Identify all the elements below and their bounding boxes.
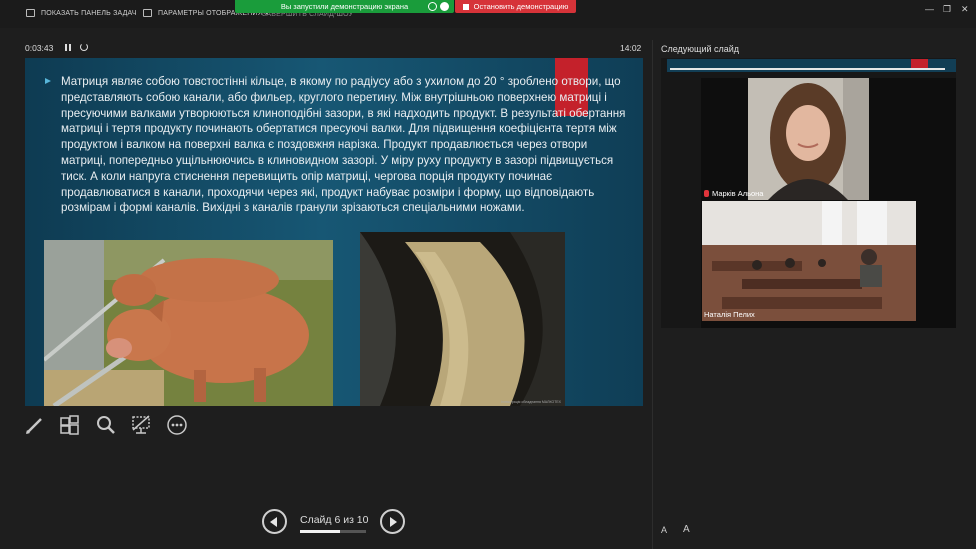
previous-slide-button[interactable] [262,509,287,534]
window-restore-button[interactable]: ❐ [943,4,951,15]
slide-progress-fill [300,530,340,533]
decrease-font-button[interactable]: A [661,525,667,535]
ellipsis-icon [167,415,187,435]
pellet-die-photo: Іллюстрація обладнання МАЛКОТЕХ [360,232,565,406]
share-shield-icon[interactable] [440,2,449,11]
more-options-button[interactable] [166,414,188,436]
mic-muted-icon [704,190,709,197]
magnifier-icon [97,416,115,434]
photo-caption: Іллюстрація обладнання МАЛКОТЕХ [500,400,561,404]
elapsed-timer: 0:03:43 [25,43,54,53]
next-slide-label: Следующий слайд [661,44,740,54]
monitor-icon [143,9,152,17]
stop-square-icon [462,3,469,10]
next-slide-preview-line [670,68,945,70]
bullet-arrow-icon [45,78,51,84]
presenter-toolbar: ПОКАЗАТЬ ПАНЕЛЬ ЗАДАЧ ПАРАМЕТРЫ ОТОБРАЖЕ… [0,0,976,28]
screen-off-icon [132,415,150,434]
share-pause-icon[interactable] [428,2,437,11]
show-taskbar-button[interactable]: ПОКАЗАТЬ ПАНЕЛЬ ЗАДАЧ [26,9,137,17]
next-slide-button[interactable] [380,509,405,534]
zoom-button[interactable] [95,414,117,436]
pen-tool-button[interactable] [24,414,46,436]
next-slide-preview-accent [911,59,928,68]
slide-progress-bar [300,530,366,533]
share-banner-text: Вы запустили демонстрацию экрана [280,2,409,11]
increase-font-button[interactable]: A [683,524,690,535]
slide-body-text: Матриця являє собою товстостінні кільце,… [61,75,626,215]
show-taskbar-label: ПОКАЗАТЬ ПАНЕЛЬ ЗАДАЧ [41,9,137,17]
panel-divider[interactable] [652,40,653,549]
participant-name-tag-2: Наталія Пелих [704,310,755,319]
see-all-slides-button[interactable] [59,414,81,436]
window-close-button[interactable]: ✕ [961,4,969,15]
slide-counter[interactable]: Слайд 6 из 10 [300,514,369,526]
taskbar-icon [26,9,35,17]
pen-icon [26,418,42,434]
screen-share-banner: Вы запустили демонстрацию экрана [235,0,454,13]
participant-video-2[interactable] [702,201,916,321]
participant-name: Наталія Пелих [704,310,755,319]
participant-name: Марків Альона [712,189,764,198]
current-time: 14:02 [620,43,642,53]
black-screen-button[interactable] [130,414,152,436]
pause-timer-icon[interactable] [65,44,71,51]
participant-name-tag-1: Марків Альона [704,189,763,198]
current-slide[interactable]: Матриця являє собою товстостінні кільце,… [25,58,643,406]
grid-icon [60,415,79,435]
participant-video-1[interactable] [748,78,869,200]
pigs-photo [44,240,333,406]
window-minimize-button[interactable]: — [925,4,934,14]
stop-share-label: Остановить демонстрацию [473,2,569,11]
stop-share-button[interactable]: Остановить демонстрацию [455,0,576,13]
reset-timer-icon[interactable] [80,43,88,51]
